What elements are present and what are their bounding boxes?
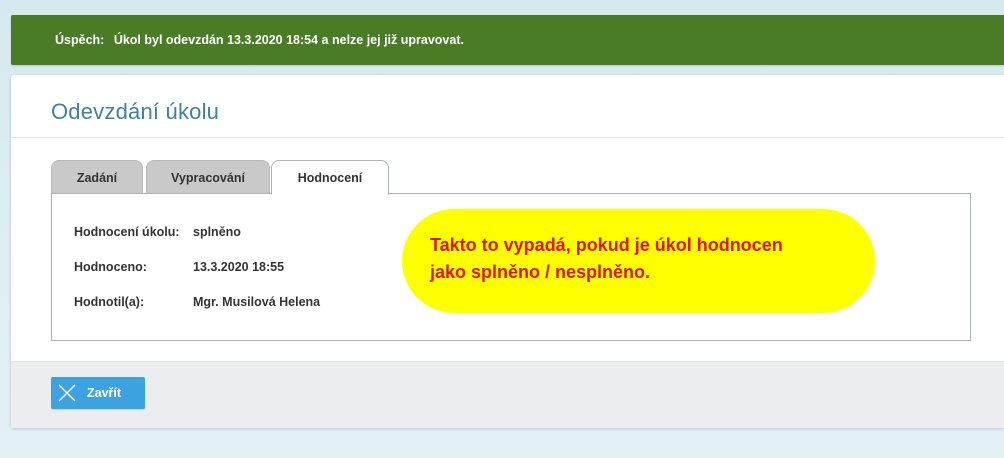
- evaluation-row-date: Hodnoceno: 13.3.2020 18:55: [74, 260, 284, 274]
- success-alert: Úspěch: Úkol byl odevzdán 13.3.2020 18:5…: [11, 15, 1004, 65]
- close-button-label: Zavřít: [87, 386, 122, 400]
- tab-evaluation[interactable]: Hodnocení: [271, 160, 389, 195]
- tab-work[interactable]: Vypracování: [146, 160, 270, 194]
- submit-task-dialog: Odevzdání úkolu Zadání Vypracování Hodno…: [11, 75, 1004, 428]
- evaluation-panel: Hodnocení úkolu: splněno Hodnoceno: 13.3.2…: [51, 193, 971, 341]
- evaluation-row-evaluator: Hodnotil(a): Mgr. Musilová Helena: [74, 295, 320, 309]
- evaluation-result-label: Hodnocení úkolu:: [74, 225, 180, 239]
- evaluation-result-value: splněno: [193, 225, 241, 239]
- callout-line-2: jako splněno / nesplněno.: [430, 262, 651, 282]
- evaluator-label: Hodnotil(a):: [74, 295, 145, 309]
- annotation-callout: Takto to vypadá, pokud je úkol hodnocen …: [402, 209, 875, 313]
- dialog-footer: Zavřít: [11, 361, 1004, 428]
- evaluation-date-value: 13.3.2020 18:55: [193, 260, 285, 274]
- close-x-icon: [58, 384, 76, 402]
- evaluator-value: Mgr. Musilová Helena: [193, 295, 321, 309]
- alert-prefix: Úspěch:: [55, 33, 105, 47]
- evaluation-row-result: Hodnocení úkolu: splněno: [74, 225, 241, 239]
- tab-assignment[interactable]: Zadání: [51, 160, 143, 194]
- alert-message: Úkol byl odevzdán 13.3.2020 18:54 a nelz…: [113, 33, 464, 47]
- evaluation-date-label: Hodnoceno:: [74, 260, 147, 274]
- dialog-header: Odevzdání úkolu: [11, 75, 1004, 138]
- callout-line-1: Takto to vypadá, pokud je úkol hodnocen: [430, 235, 783, 255]
- close-button[interactable]: Zavřít: [51, 377, 145, 409]
- dialog-title: Odevzdání úkolu: [51, 99, 220, 124]
